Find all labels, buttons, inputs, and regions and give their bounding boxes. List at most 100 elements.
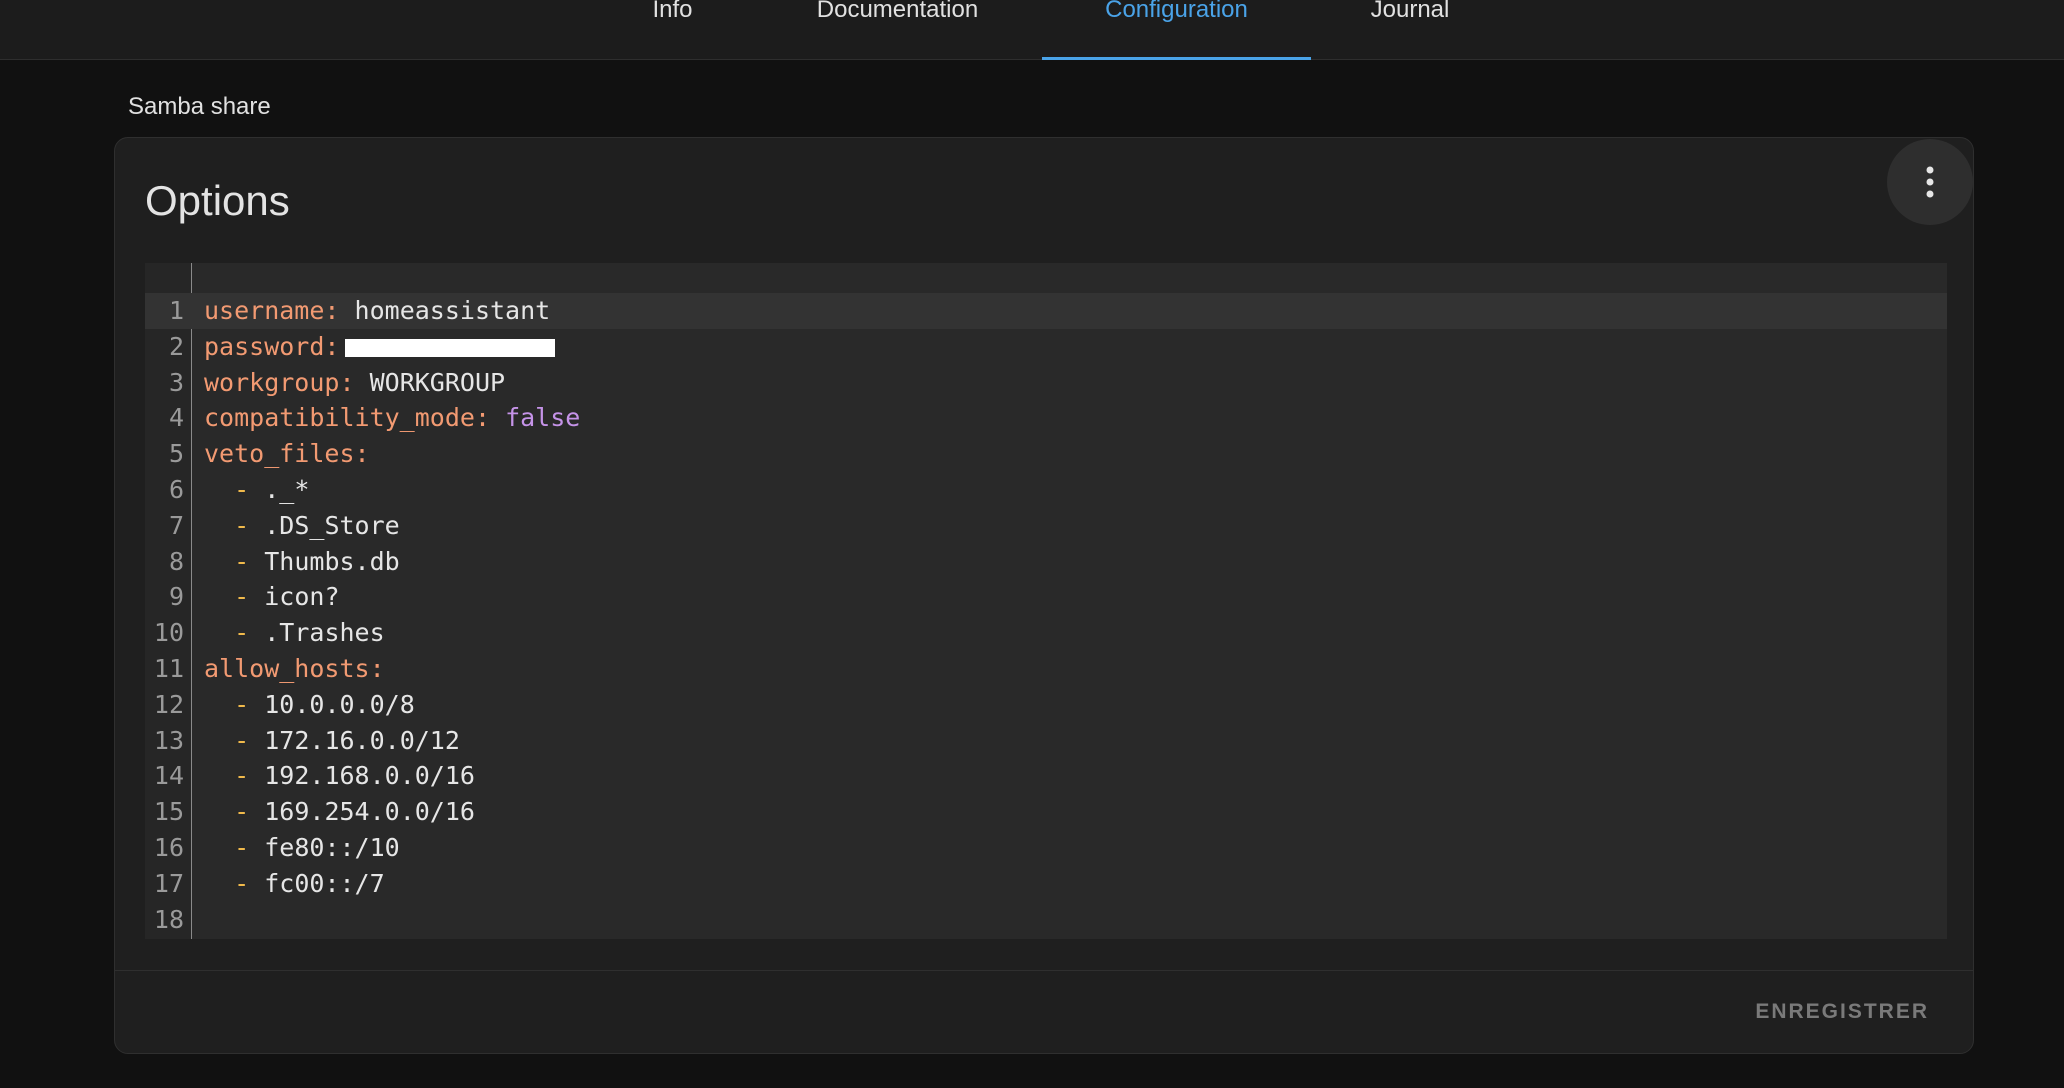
- code-line: 7 - .DS_Store: [145, 508, 1947, 544]
- code-line: 1 username: homeassistant: [145, 293, 1947, 329]
- yaml-colon: :: [324, 296, 340, 325]
- tab-info-label: Info: [652, 0, 693, 23]
- yaml-key: compatibility_mode: [204, 403, 475, 433]
- line-content: - 169.254.0.0/16: [204, 794, 475, 830]
- line-number: 12: [153, 689, 184, 719]
- yaml-list-dash: -: [234, 797, 250, 827]
- line-number: 7: [168, 510, 184, 540]
- yaml-colon: :: [354, 439, 370, 469]
- line-content: - Thumbs.db: [204, 544, 400, 580]
- card-title: Options: [145, 177, 290, 224]
- line-content: username: homeassistant: [204, 293, 550, 329]
- yaml-colon: :: [369, 653, 385, 683]
- code-line: 16 - fe80::/10: [145, 830, 1947, 866]
- line-number: 1: [168, 296, 184, 325]
- tab-info[interactable]: Info: [630, 0, 715, 59]
- code-line: 4 compatibility_mode: false: [145, 400, 1947, 436]
- editor-lines: 1 username: homeassistant 2 password: 3 workg…: [145, 293, 1947, 937]
- code-line: 14 - 192.168.0.0/16: [145, 758, 1947, 794]
- code-line: 6 - ._*: [145, 472, 1947, 508]
- line-number: 4: [168, 403, 184, 433]
- options-card: Options 1 username: homeassistant 2 passwor…: [114, 137, 1974, 1054]
- tab-documentation[interactable]: Documentation: [790, 0, 1005, 59]
- code-line: 9 - icon?: [145, 579, 1947, 615]
- yaml-list-item: 169.254.0.0/16: [264, 797, 475, 827]
- line-number: 15: [153, 797, 184, 827]
- yaml-list-dash: -: [234, 546, 250, 576]
- tab-configuration[interactable]: Configuration: [1042, 0, 1311, 60]
- line-number: 10: [153, 618, 184, 648]
- yaml-list-dash: -: [234, 618, 250, 648]
- yaml-list-item: .Trashes: [264, 618, 385, 648]
- line-number: 14: [153, 761, 184, 791]
- code-line: 15 - 169.254.0.0/16: [145, 794, 1947, 830]
- code-line: 5 veto_files:: [145, 436, 1947, 472]
- card-footer-divider: [115, 970, 1973, 971]
- code-line: 11 allow_hosts:: [145, 651, 1947, 687]
- yaml-value: WORKGROUP: [369, 367, 506, 397]
- line-content: - ._*: [204, 472, 309, 508]
- tab-configuration-label: Configuration: [1105, 0, 1248, 23]
- line-content: - 172.16.0.0/12: [204, 723, 460, 759]
- line-number: 3: [168, 367, 184, 397]
- yaml-list-item: ._*: [264, 474, 310, 504]
- line-content: - 10.0.0.0/8: [204, 687, 415, 723]
- code-line: 8 - Thumbs.db: [145, 544, 1947, 580]
- yaml-key: veto_files: [204, 439, 355, 469]
- line-content: compatibility_mode: false: [204, 400, 580, 436]
- line-number: 8: [168, 546, 184, 576]
- code-line: 3 workgroup: WORKGROUP: [145, 365, 1947, 401]
- yaml-list-item: Thumbs.db: [264, 546, 400, 576]
- yaml-value: homeassistant: [354, 296, 551, 325]
- yaml-list-dash: -: [234, 689, 250, 719]
- yaml-list-dash: -: [234, 510, 250, 540]
- yaml-key: workgroup: [204, 367, 340, 397]
- yaml-list-item: fe80::/10: [264, 832, 400, 862]
- overflow-menu-button[interactable]: [1887, 139, 1973, 225]
- line-content: - fc00::/7: [204, 866, 385, 902]
- code-line: 17 - fc00::/7: [145, 866, 1947, 902]
- yaml-list-dash: -: [234, 582, 250, 612]
- yaml-list-item: icon?: [264, 582, 340, 612]
- line-number: 17: [153, 868, 184, 898]
- tab-documentation-label: Documentation: [816, 0, 979, 23]
- line-content: allow_hosts:: [204, 651, 385, 687]
- yaml-list-item: 10.0.0.0/8: [264, 689, 415, 719]
- line-content: - fe80::/10: [204, 830, 400, 866]
- code-line: 2 password:: [145, 329, 1947, 365]
- code-line: 13 - 172.16.0.0/12: [145, 723, 1947, 759]
- dots-vertical-icon: [1926, 166, 1934, 198]
- yaml-colon: :: [324, 331, 340, 361]
- top-tab-bar: Info Documentation Configuration Journal: [0, 0, 2064, 60]
- line-number: 9: [168, 582, 184, 612]
- yaml-list-dash: -: [234, 474, 250, 504]
- line-content: veto_files:: [204, 436, 370, 472]
- line-number: 13: [153, 725, 184, 755]
- yaml-list-dash: -: [234, 725, 250, 755]
- tab-journal[interactable]: Journal: [1350, 0, 1470, 59]
- code-line: 12 - 10.0.0.0/8: [145, 687, 1947, 723]
- line-content: - 192.168.0.0/16: [204, 758, 475, 794]
- line-number: 5: [168, 439, 184, 469]
- yaml-key: password: [204, 331, 325, 361]
- yaml-code-editor[interactable]: 1 username: homeassistant 2 password: 3 workg…: [145, 263, 1947, 939]
- yaml-colon: :: [474, 403, 490, 433]
- addon-name: Samba share: [128, 93, 271, 120]
- code-line: 18: [145, 902, 1947, 938]
- yaml-list-item: .DS_Store: [264, 510, 400, 540]
- line-content: - icon?: [204, 579, 340, 615]
- yaml-list-dash: -: [234, 832, 250, 862]
- yaml-key: username: [204, 296, 325, 325]
- yaml-colon: :: [339, 367, 355, 397]
- line-number: 16: [153, 832, 184, 862]
- line-content: workgroup: WORKGROUP: [204, 365, 505, 401]
- line-number: 6: [168, 474, 184, 504]
- save-button[interactable]: ENREGISTRER: [1755, 1000, 1929, 1024]
- yaml-list-item: 172.16.0.0/12: [264, 725, 460, 755]
- line-content: - .DS_Store: [204, 508, 400, 544]
- yaml-list-dash: -: [234, 761, 250, 791]
- line-number: 11: [153, 653, 184, 683]
- yaml-key: allow_hosts: [204, 653, 370, 683]
- tab-journal-label: Journal: [1370, 0, 1450, 23]
- line-content: password:: [204, 329, 556, 365]
